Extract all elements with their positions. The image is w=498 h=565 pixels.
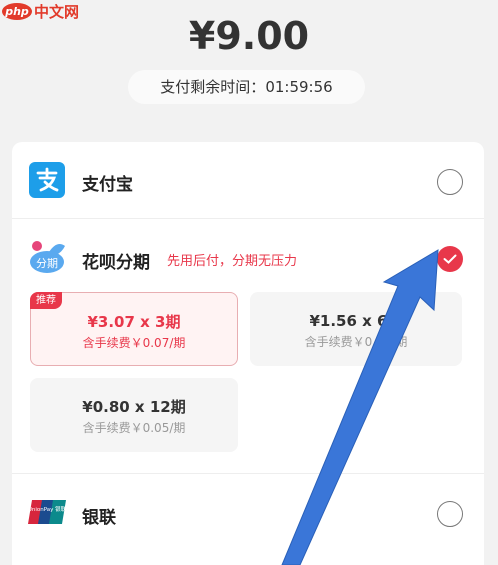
method-label-unionpay: 银联 xyxy=(82,508,116,528)
plan-fee: 含手续费￥0.05/期 xyxy=(82,421,186,435)
installment-plan-3[interactable]: 推荐 ¥3.07 x 3期 含手续费￥0.07/期 xyxy=(30,292,238,366)
plan-fee: 含手续费￥0.07/期 xyxy=(82,336,186,350)
huabei-icon-text: 分期 xyxy=(36,257,58,270)
installment-plan-6[interactable]: ¥1.56 x 6期 含手续费￥0.07/期 xyxy=(250,292,462,366)
huabei-subtitle: 先用后付，分期无压力 xyxy=(167,254,298,269)
huabei-icon: 分期 xyxy=(27,238,69,274)
check-icon xyxy=(443,254,457,264)
alipay-icon xyxy=(29,162,65,198)
plan-title: ¥1.56 x 6期 xyxy=(309,312,403,330)
plan-title: ¥0.80 x 12期 xyxy=(82,398,186,416)
radio-huabei[interactable] xyxy=(437,246,463,272)
method-label-huabei: 花呗分期 xyxy=(82,253,150,273)
plan-fee: 含手续费￥0.07/期 xyxy=(304,335,408,349)
radio-unionpay[interactable] xyxy=(437,501,463,527)
plan-title: ¥3.07 x 3期 xyxy=(87,313,181,331)
unionpay-icon-text: UnionPay 银联 xyxy=(28,505,67,513)
recommend-badge: 推荐 xyxy=(30,292,62,309)
payment-methods-card: 支付宝 分期 花呗分期 先用后付，分期无压力 推荐 ¥3.07 x 3期 含手续… xyxy=(12,142,484,565)
countdown-timer: 支付剩余时间：01:59:56 xyxy=(128,70,365,104)
timer-label: 支付剩余时间： xyxy=(160,78,266,96)
method-label-alipay: 支付宝 xyxy=(82,175,133,195)
installment-plan-12[interactable]: ¥0.80 x 12期 含手续费￥0.05/期 xyxy=(30,378,238,452)
radio-alipay[interactable] xyxy=(437,169,463,195)
payment-amount: ¥9.00 xyxy=(188,14,310,58)
timer-value: 01:59:56 xyxy=(265,78,333,96)
unionpay-icon: UnionPay 银联 xyxy=(28,498,68,526)
payment-method-alipay[interactable]: 支付宝 xyxy=(12,142,484,218)
